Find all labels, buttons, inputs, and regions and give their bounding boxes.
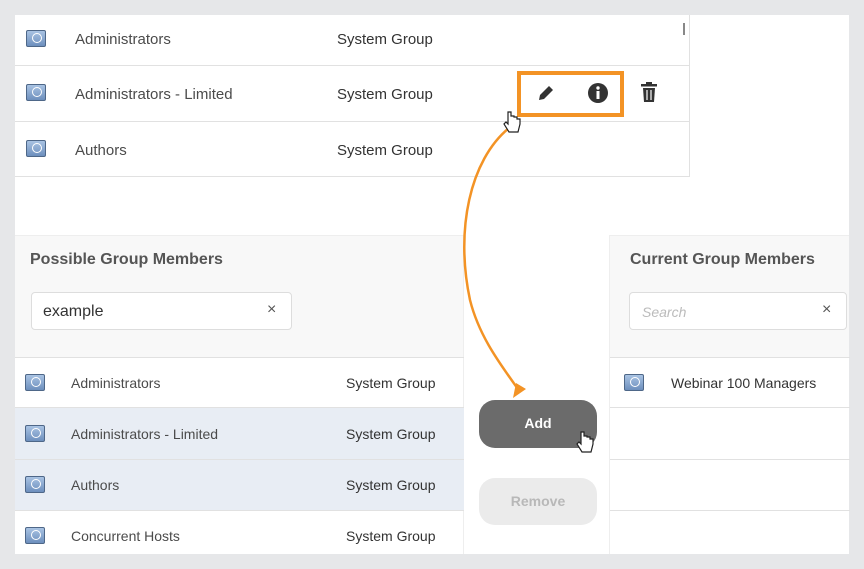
hand-cursor-icon	[576, 431, 594, 453]
hand-cursor-icon	[503, 111, 521, 133]
annotation-arrow	[463, 127, 526, 398]
